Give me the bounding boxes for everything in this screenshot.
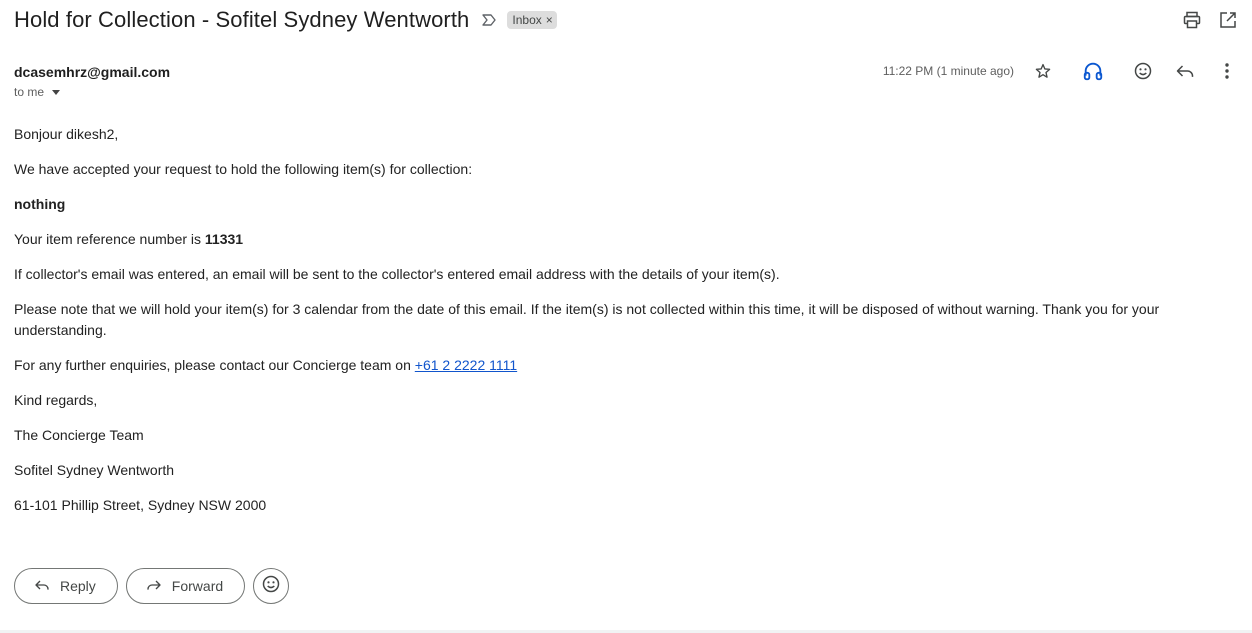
star-icon[interactable] <box>1032 60 1054 82</box>
forward-icon <box>146 577 162 596</box>
message-timestamp: 11:22 PM (1 minute ago) <box>882 64 1014 78</box>
remove-label-button[interactable]: × <box>546 13 553 27</box>
chevron-down-icon <box>52 89 61 95</box>
add-reaction-icon <box>261 574 281 599</box>
headphones-icon[interactable] <box>1082 60 1104 82</box>
held-item: nothing <box>14 196 66 212</box>
recipient-details-toggle[interactable]: to me <box>14 85 61 99</box>
reference-number: 11331 <box>204 231 244 247</box>
importance-marker-icon[interactable] <box>481 12 497 28</box>
greeting: Bonjour dikesh2, <box>14 126 119 142</box>
more-vertical-icon[interactable] <box>1216 60 1238 82</box>
bottom-actions: Reply Forward <box>14 568 290 604</box>
reference-prefix: Your item reference number is <box>14 231 205 247</box>
email-view: Hold for Collection - Sofitel Sydney Wen… <box>0 0 1252 633</box>
hotel-address: 61-101 Phillip Street, Sydney NSW 2000 <box>14 497 267 513</box>
email-body: Bonjour dikesh2, We have accepted your r… <box>14 124 1194 530</box>
top-actions <box>1182 10 1238 30</box>
subject-row: Hold for Collection - Sofitel Sydney Wen… <box>14 4 557 36</box>
collector-note: If collector's email was entered, an ema… <box>14 266 780 282</box>
add-reaction-icon[interactable] <box>1132 60 1154 82</box>
print-icon[interactable] <box>1182 10 1202 30</box>
add-reaction-button[interactable] <box>253 568 290 604</box>
reply-icon <box>34 577 50 596</box>
forward-label: Forward <box>171 578 224 594</box>
label-chip-text: Inbox <box>512 12 542 27</box>
message-actions: 11:22 PM (1 minute ago) <box>883 60 1238 82</box>
forward-button[interactable]: Forward <box>125 568 246 604</box>
reply-button[interactable]: Reply <box>14 568 118 604</box>
accepted-text: We have accepted your request to hold th… <box>14 161 473 177</box>
email-subject: Hold for Collection - Sofitel Sydney Wen… <box>14 7 470 32</box>
reference-line: Your item reference number is 11331 <box>14 229 1194 250</box>
hold-note: Please note that we will hold your item(… <box>14 301 1160 338</box>
team-name: The Concierge Team <box>14 427 144 443</box>
sender-address[interactable]: dcasemhrz@gmail.com <box>14 64 170 80</box>
open-in-new-window-icon[interactable] <box>1218 10 1238 30</box>
enquiries-prefix: For any further enquiries, please contac… <box>14 357 415 373</box>
enquiries-line: For any further enquiries, please contac… <box>14 355 1194 376</box>
reply-label: Reply <box>60 578 96 594</box>
recipient-label: to me <box>14 85 45 99</box>
label-chip-inbox: Inbox × <box>507 11 557 29</box>
reply-icon[interactable] <box>1174 60 1196 82</box>
regards: Kind regards, <box>14 392 98 408</box>
hotel-name: Sofitel Sydney Wentworth <box>14 462 175 478</box>
phone-link[interactable]: +61 2 2222 1111 <box>415 357 517 373</box>
